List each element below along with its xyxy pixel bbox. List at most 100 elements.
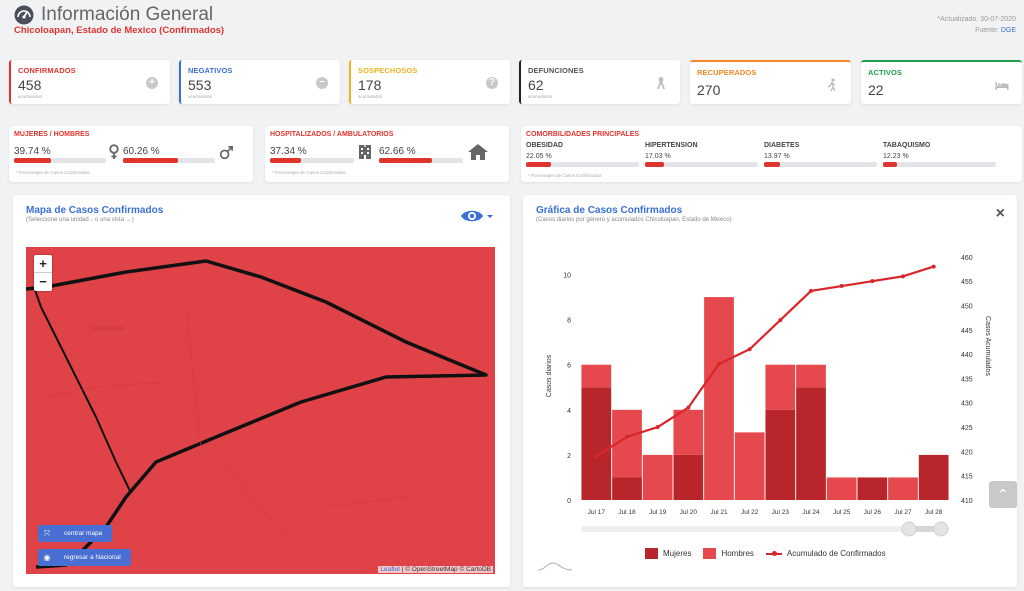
- comorbidity-name: OBESIDAD: [526, 142, 563, 149]
- stat-caption: acumulados: [358, 94, 383, 99]
- x-tick-label: Jul 27: [894, 509, 912, 516]
- men-bar: [123, 158, 215, 163]
- stat-card-negativos[interactable]: NEGATIVOS 553 acumulados −: [179, 60, 340, 104]
- updated-date: *Actualizado: 30-07-2020: [937, 16, 1016, 23]
- cumulative-point: [747, 347, 752, 352]
- minus-circle-icon: −: [316, 77, 328, 89]
- stat-value: 178: [358, 77, 382, 93]
- chart-subtitle: (Casos diarios por género y acumulados C…: [536, 217, 732, 223]
- national-button[interactable]: ◉ regresar a Nacional: [38, 549, 131, 566]
- range-slider-handle: [933, 521, 949, 537]
- stat-value: 270: [697, 82, 721, 98]
- y-tick-label: 2: [567, 453, 571, 460]
- y-tick-label: 6: [567, 363, 571, 370]
- bar-mujeres: [765, 409, 796, 500]
- stat-card-activos[interactable]: ACTIVOS 22: [861, 60, 1022, 104]
- cumulative-point: [870, 279, 875, 284]
- map-canvas[interactable]: Chicoloapan + − ⤧ centrar mapa ◉ regresa…: [26, 247, 495, 574]
- y2-tick-label: 455: [961, 279, 973, 286]
- legend-label: Acumulado de Confirmados: [786, 549, 886, 558]
- x-tick-label: Jul 19: [649, 509, 667, 516]
- cumulative-point: [778, 318, 783, 323]
- center-map-button[interactable]: ⤧ centrar mapa: [38, 525, 113, 542]
- map-attribution: Leaflet | © OpenStreetMap © CartoDB: [378, 566, 493, 573]
- bar-mujeres: [918, 454, 949, 500]
- bar-hombres: [734, 432, 765, 500]
- zoom-in-button[interactable]: +: [34, 255, 52, 273]
- x-tick-label: Jul 20: [680, 509, 698, 516]
- stat-label: ACTIVOS: [868, 68, 903, 77]
- comorbidity-bar-fill: [526, 162, 551, 167]
- cumulative-point: [839, 284, 844, 289]
- hospital-card: HOSPITALIZADOS / AMBULATORIOS 37.34 % 62…: [265, 126, 509, 182]
- stat-value: 22: [868, 82, 884, 98]
- leaflet-link[interactable]: Leaflet: [380, 566, 400, 573]
- legend-mujeres[interactable]: Mujeres: [645, 548, 691, 559]
- scroll-top-button[interactable]: ⌃: [989, 481, 1017, 508]
- bar-hombres: [765, 364, 796, 410]
- stat-label: NEGATIVOS: [188, 66, 233, 75]
- y2-tick-label: 410: [961, 498, 973, 505]
- zoom-out-button[interactable]: −: [34, 273, 52, 291]
- comorbidity-bar-fill: [645, 162, 665, 167]
- comorbidity-bar: [764, 162, 877, 167]
- zoom-preview-icon: [537, 562, 573, 571]
- close-icon[interactable]: ×: [996, 205, 1005, 223]
- gender-label: MUJERES / HOMBRES: [14, 131, 90, 138]
- bar-mujeres: [857, 477, 888, 500]
- comorbidity-bar: [883, 162, 996, 167]
- legend-label: Mujeres: [663, 549, 692, 558]
- stat-value: 458: [18, 77, 42, 93]
- question-circle-icon: ?: [486, 77, 498, 89]
- stat-label: CONFIRMADOS: [18, 66, 76, 75]
- update-info: *Actualizado: 30-07-2020 Fuente: DGE: [937, 14, 1016, 36]
- source-label: Fuente:: [975, 27, 999, 34]
- bar-mujeres: [796, 387, 826, 500]
- hosp-pct: 37.34 %: [270, 146, 307, 157]
- national-label: regresar a Nacional: [64, 554, 121, 561]
- bar-hombres: [581, 364, 612, 388]
- stat-card-sospechosos[interactable]: SOSPECHOSOS 178 acumulados ?: [349, 60, 510, 104]
- cumulative-point: [931, 264, 936, 269]
- cases-chart: 0 2 4 6 8 10 410 415 420 425 430 435 440 445 450 455 460…: [546, 255, 991, 537]
- cumulative-point: [594, 454, 599, 459]
- y2-tick-label: 440: [961, 352, 973, 359]
- cumulative-point: [655, 425, 660, 430]
- center-map-label: centrar mapa: [64, 530, 103, 537]
- y2-tick-label: 445: [961, 328, 973, 335]
- legend-swatch-hombres: [703, 548, 717, 559]
- plus-circle-icon: +: [146, 77, 158, 89]
- y2-tick-label: 425: [961, 425, 973, 432]
- bar-hombres: [704, 297, 734, 500]
- cumulative-point: [901, 274, 905, 279]
- bar-mujeres: [612, 477, 642, 500]
- range-slider-handle: [901, 521, 917, 537]
- stat-card-recuperados[interactable]: RECUPERADOS 270: [690, 60, 851, 104]
- stat-caption: acumulados: [528, 94, 553, 99]
- attribution-text: | © OpenStreetMap © CartoDB: [399, 566, 491, 573]
- amb-pct: 62.66 %: [379, 146, 416, 157]
- source-link[interactable]: DGE: [1001, 27, 1016, 34]
- chart-panel: Gráfica de Casos Confirmados (Casos diar…: [523, 195, 1017, 587]
- x-tick-label: Jul 24: [802, 509, 820, 516]
- stat-card-confirmados[interactable]: CONFIRMADOS 458 acumulados +: [9, 60, 170, 104]
- stat-value: 62: [528, 77, 544, 93]
- y-tick-label: 0: [567, 498, 571, 505]
- y2-tick-label: 415: [961, 474, 973, 481]
- gender-card: MUJERES / HOMBRES 39.74 % 60.26 % * Porc…: [9, 126, 253, 182]
- stat-label: RECUPERADOS: [697, 68, 757, 77]
- comorbidity-bar: [645, 162, 758, 167]
- map-subtitle: (Seleccione una unidad ↓ o una vista →): [26, 217, 134, 223]
- eye-view-icon[interactable]: [460, 207, 494, 225]
- cumulative-point: [625, 434, 629, 439]
- stat-caption: acumulados: [18, 94, 43, 99]
- legend-swatch-acumulado: [765, 550, 782, 556]
- cumulative-line: [595, 265, 934, 458]
- range-slider-track: [581, 526, 949, 532]
- comorbidity-pct: 13.97 %: [764, 153, 790, 160]
- home-icon: [468, 144, 488, 160]
- legend-hombres[interactable]: Hombres: [703, 548, 754, 559]
- y-tick-label: 4: [567, 408, 571, 415]
- stat-card-defunciones[interactable]: DEFUNCIONES 62 acumulados: [519, 60, 680, 104]
- legend-acumulado[interactable]: Acumulado de Confirmados: [765, 548, 886, 559]
